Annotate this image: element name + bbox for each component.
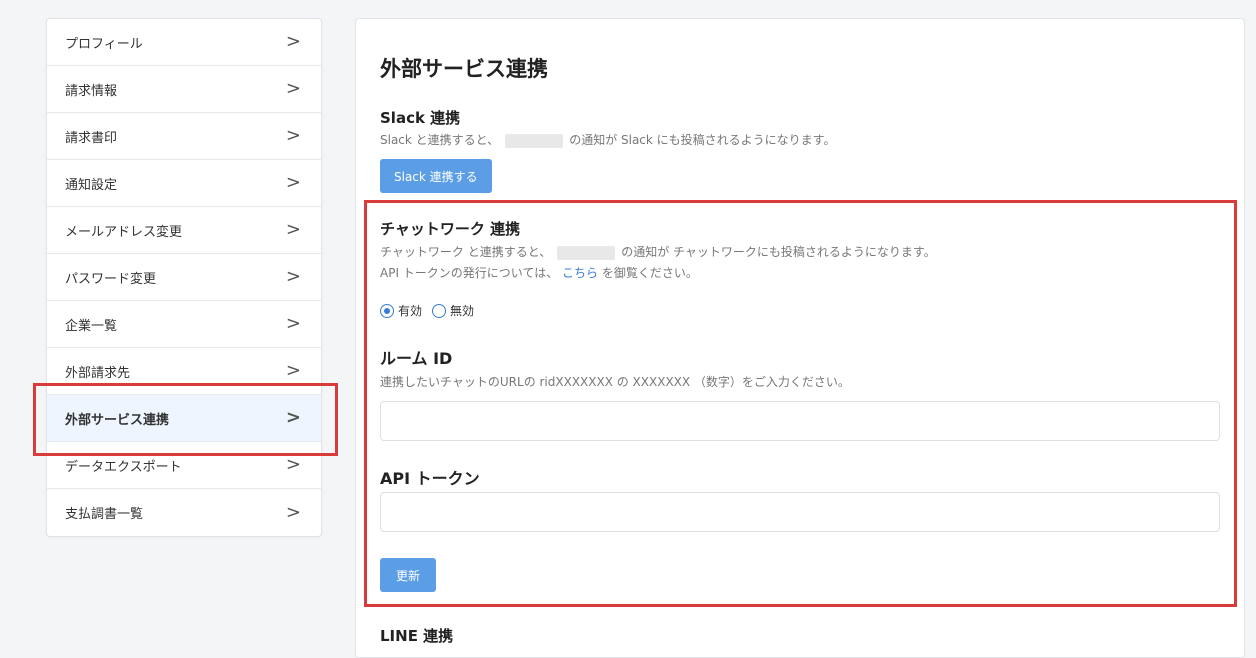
slack-desc-post: の通知が Slack にも投稿されるようになります。 (569, 133, 836, 147)
integrations-panel: 外部サービス連携 Slack 連携 Slack と連携すると、 の通知が Slac… (355, 18, 1245, 658)
chatwork-status-radio-group: 有効 無効 (380, 302, 484, 319)
redacted-service-name (505, 133, 564, 148)
enabled-radio[interactable] (380, 303, 394, 318)
disabled-radio-label: 無効 (450, 304, 475, 318)
chevron-right-icon: > (285, 313, 301, 334)
chevron-right-icon: > (285, 125, 301, 146)
chevron-right-icon: > (285, 407, 301, 428)
enabled-radio-label: 有効 (398, 304, 423, 318)
room-id-description: 連携したいチャットのURLの ridXXXXXXX の XXXXXXX （数字）… (380, 375, 850, 389)
sidebar-item-email-change[interactable]: メールアドレス変更 > (47, 207, 321, 254)
api-token-note: API トークンの発行については、 こちら を御覧ください。 (380, 264, 698, 281)
api-note-pre: API トークンの発行については、 (380, 266, 559, 280)
chevron-right-icon: > (285, 501, 301, 523)
sidebar-item-label: パスワード変更 (65, 271, 157, 287)
slack-desc-pre: Slack と連携すると、 (380, 133, 500, 147)
room-id-label: ルーム ID (380, 349, 453, 368)
settings-sidebar: プロフィール > 請求情報 > 請求書印 > 通知設定 > メールアドレス変更 > パスワ… (46, 18, 322, 537)
chevron-right-icon: > (285, 219, 301, 240)
chevron-right-icon: > (285, 31, 301, 52)
sidebar-item-label: 外部請求先 (65, 365, 131, 381)
chevron-right-icon: > (285, 266, 301, 287)
sidebar-item-label: 支払調書一覧 (65, 507, 144, 522)
chevron-right-icon: > (285, 360, 301, 381)
sidebar-item-label: 外部サービス連携 (65, 412, 170, 428)
sidebar-item-label: 企業一覧 (65, 318, 118, 334)
sidebar-item-label: プロフィール (65, 36, 143, 52)
chevron-right-icon: > (285, 454, 301, 475)
redacted-service-name (557, 245, 616, 260)
page-title: 外部サービス連携 (380, 57, 548, 81)
sidebar-item-label: データエクスポート (65, 459, 182, 475)
sidebar-item-label: 請求情報 (65, 83, 118, 99)
sidebar-item-companies[interactable]: 企業一覧 > (47, 301, 321, 348)
sidebar-item-label: 請求書印 (65, 130, 118, 146)
slack-connect-button[interactable]: Slack 連携する (380, 159, 492, 193)
chatwork-desc-post: の通知が チャットワークにも投稿されるようになります。 (621, 245, 936, 259)
sidebar-item-integrations[interactable]: 外部サービス連携 > (47, 395, 321, 442)
api-token-label: API トークン (380, 469, 480, 488)
sidebar-item-label: 通知設定 (65, 177, 118, 193)
sidebar-item-label: メールアドレス変更 (65, 224, 183, 240)
chatwork-desc-pre: チャットワーク と連携すると、 (380, 245, 552, 259)
api-token-help-link[interactable]: こちら (562, 266, 598, 280)
sidebar-item-payment-statements[interactable]: 支払調書一覧 > (47, 489, 321, 536)
slack-description: Slack と連携すると、 の通知が Slack にも投稿されるようになります。 (380, 131, 835, 148)
sidebar-item-password-change[interactable]: パスワード変更 > (47, 254, 321, 301)
chevron-right-icon: > (285, 78, 301, 99)
api-note-post: を御覧ください。 (601, 266, 698, 280)
api-token-input[interactable] (380, 492, 1220, 532)
chatwork-description: チャットワーク と連携すると、 の通知が チャットワークにも投稿されるようになりま… (380, 243, 936, 260)
room-id-input[interactable] (380, 401, 1220, 441)
sidebar-item-invoice-seal[interactable]: 請求書印 > (47, 113, 321, 160)
sidebar-item-profile[interactable]: プロフィール > (47, 19, 321, 66)
sidebar-item-billing-info[interactable]: 請求情報 > (47, 66, 321, 113)
line-section-title: LINE 連携 (380, 627, 454, 645)
sidebar-item-external-billing[interactable]: 外部請求先 > (47, 348, 321, 395)
update-button[interactable]: 更新 (380, 558, 437, 592)
disabled-radio[interactable] (432, 303, 447, 318)
chevron-right-icon: > (285, 172, 301, 193)
sidebar-item-data-export[interactable]: データエクスポート > (47, 442, 321, 489)
slack-section-title: Slack 連携 (380, 109, 461, 127)
chatwork-section-title: チャットワーク 連携 (380, 220, 521, 238)
sidebar-item-notifications[interactable]: 通知設定 > (47, 160, 321, 207)
